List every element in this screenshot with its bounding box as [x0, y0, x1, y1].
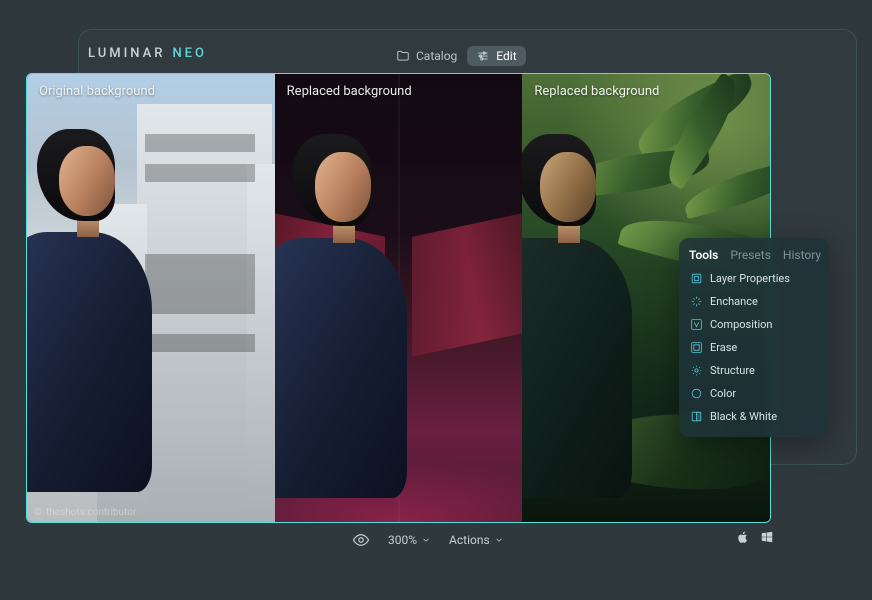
eye-icon: [352, 531, 370, 549]
tool-label: Black & White: [710, 410, 777, 423]
catalog-button[interactable]: Catalog: [396, 49, 457, 63]
zoom-control[interactable]: 300%: [388, 533, 431, 547]
apple-icon: [736, 530, 750, 544]
tab-presets[interactable]: Presets: [730, 248, 771, 262]
tunnel-background: [275, 74, 523, 522]
edit-label: Edit: [496, 49, 516, 63]
tab-tools[interactable]: Tools: [689, 248, 718, 262]
tool-label: Layer Properties: [710, 272, 790, 285]
tools-tabs: Tools Presets History: [689, 248, 819, 262]
app-logo: LUMINAR NEO: [88, 46, 207, 61]
caption-original: Original background: [39, 84, 155, 99]
color-icon: [690, 387, 703, 400]
chevron-down-icon: [494, 535, 504, 545]
bw-icon: [690, 410, 703, 423]
windows-icon: [760, 530, 774, 544]
tool-color[interactable]: Color: [689, 385, 819, 402]
tools-panel: Tools Presets History Layer Properties En…: [679, 238, 829, 437]
tool-label: Composition: [710, 318, 773, 331]
compare-col-replaced-1: Replaced background: [275, 74, 523, 522]
actions-menu[interactable]: Actions: [449, 533, 504, 547]
layer-icon: [690, 272, 703, 285]
photo-credit: theshots.contributor: [34, 507, 136, 518]
structure-icon: [690, 364, 703, 377]
bottom-bar: 300% Actions: [0, 531, 872, 551]
platform-icons: [736, 530, 774, 544]
tool-list: Layer Properties Enchance Composition Erase…: [689, 270, 819, 425]
tool-label: Erase: [710, 341, 737, 354]
erase-icon: [690, 341, 703, 354]
logo-text-1: LUMINAR: [88, 46, 165, 61]
tool-layer[interactable]: Layer Properties: [689, 270, 819, 287]
tool-label: Color: [710, 387, 736, 400]
folder-icon: [396, 49, 410, 63]
sparkle-icon: [690, 295, 703, 308]
city-background: [27, 74, 275, 522]
zoom-value: 300%: [388, 533, 417, 547]
tab-history[interactable]: History: [783, 248, 821, 262]
actions-label: Actions: [449, 533, 490, 547]
chevron-down-icon: [421, 535, 431, 545]
compare-view: Original background Replaced background …: [26, 73, 771, 523]
caption-replaced-2: Replaced background: [534, 84, 659, 99]
edit-button[interactable]: Edit: [467, 46, 525, 66]
tool-label: Enchance: [710, 295, 758, 308]
sliders-icon: [476, 49, 490, 63]
tool-bw[interactable]: Black & White: [689, 408, 819, 425]
compare-col-original: Original background: [27, 74, 275, 522]
logo-text-2: NEO: [172, 46, 207, 61]
tool-composition[interactable]: Composition: [689, 316, 819, 333]
composition-icon: [690, 318, 703, 331]
tool-label: Structure: [710, 364, 755, 377]
catalog-label: Catalog: [416, 49, 457, 63]
caption-replaced-1: Replaced background: [287, 84, 412, 99]
visibility-toggle[interactable]: [352, 531, 370, 549]
tool-structure[interactable]: Structure: [689, 362, 819, 379]
tool-sparkle[interactable]: Enchance: [689, 293, 819, 310]
tool-erase[interactable]: Erase: [689, 339, 819, 356]
